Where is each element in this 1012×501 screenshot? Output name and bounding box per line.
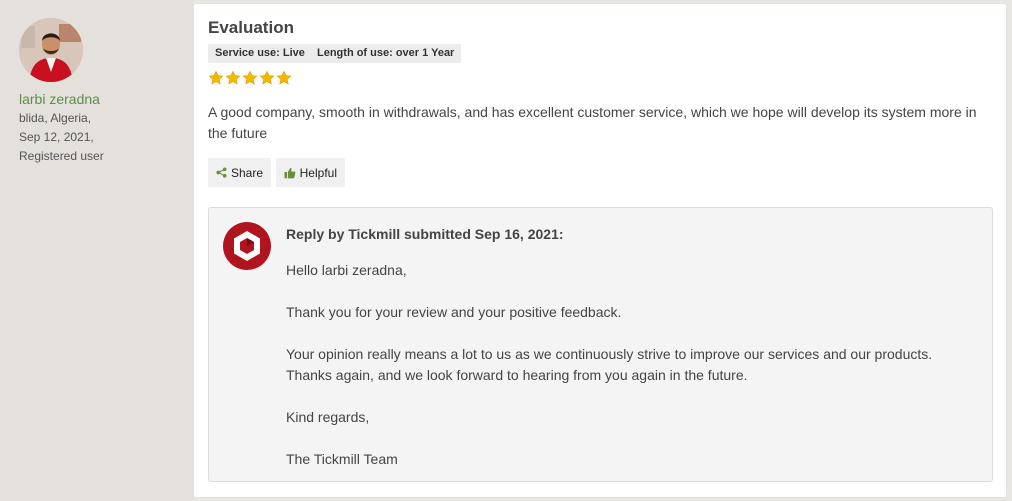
share-label: Share (230, 165, 263, 180)
reviewer-status: Registered user (19, 149, 104, 163)
reply-header: Reply by Tickmill submitted Sep 16, 2021… (286, 226, 564, 242)
review-text: A good company, smooth in withdrawals, a… (208, 104, 977, 141)
tickmill-logo-icon (223, 222, 271, 270)
review-card: Evaluation Service use: Live Length of u… (193, 3, 1007, 498)
reply-paragraph-2-line-2: Thanks again, and we look forward to hea… (286, 367, 748, 383)
review-page: larbi zeradna blida, Algeria, Sep 12, 20… (0, 0, 1012, 501)
star-icon (276, 70, 292, 85)
star-icon (259, 70, 275, 85)
reply-paragraph-2-line-1: Your opinion really means a lot to us as… (286, 346, 933, 362)
share-button[interactable]: Share (208, 158, 271, 187)
reply-paragraph-1: Thank you for your review and your posit… (286, 304, 622, 320)
reply-signature: The Tickmill Team (286, 451, 398, 467)
reviewer-name[interactable]: larbi zeradna (19, 91, 100, 107)
star-icon (225, 70, 241, 85)
reviewer-location: blida, Algeria, (19, 111, 92, 125)
reply-greeting: Hello larbi zeradna, (286, 262, 407, 278)
reviewer-sidebar: larbi zeradna blida, Algeria, Sep 12, 20… (0, 0, 193, 501)
avatar-photo (19, 18, 83, 82)
star-icon (208, 70, 224, 85)
company-reply: Reply by Tickmill submitted Sep 16, 2021… (208, 207, 993, 482)
star-icon (242, 70, 258, 85)
review-date: Sep 12, 2021, (19, 130, 94, 144)
thumbs-up-icon (284, 167, 296, 178)
star-rating (208, 70, 292, 86)
share-icon (216, 167, 227, 178)
helpful-button[interactable]: Helpful (276, 158, 345, 187)
avatar[interactable] (19, 18, 83, 82)
reply-closing: Kind regards, (286, 409, 370, 425)
helpful-label: Helpful (299, 165, 337, 180)
review-title: Evaluation (208, 18, 294, 37)
tag-service-use: Service use: Live (208, 44, 312, 63)
tag-length-of-use: Length of use: over 1 Year (310, 44, 462, 63)
